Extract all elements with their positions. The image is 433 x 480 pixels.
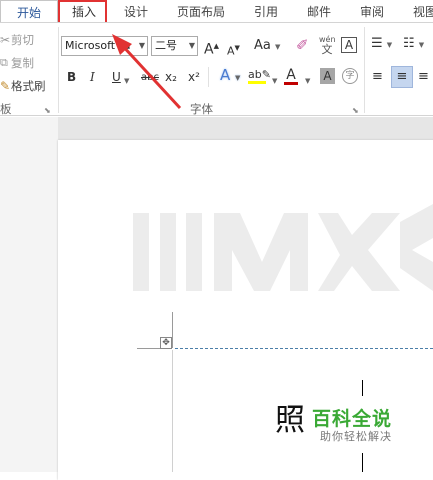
margin-guide — [172, 350, 173, 472]
table-cell-divider — [362, 380, 363, 396]
table-move-handle-icon[interactable]: ✥ — [160, 337, 172, 349]
watermark-logo — [133, 204, 433, 291]
table-top-border — [175, 348, 433, 350]
watermark-logo-title: 百科全说 — [312, 408, 393, 430]
table-cell-divider — [362, 453, 363, 472]
document-text-char: 照 — [275, 403, 305, 438]
watermark-logo-subtitle: 助你轻松解决 — [320, 430, 392, 443]
margin-guide — [172, 312, 173, 348]
watermark-layer — [112, 34, 433, 291]
red-arrow-annotation — [112, 34, 182, 110]
